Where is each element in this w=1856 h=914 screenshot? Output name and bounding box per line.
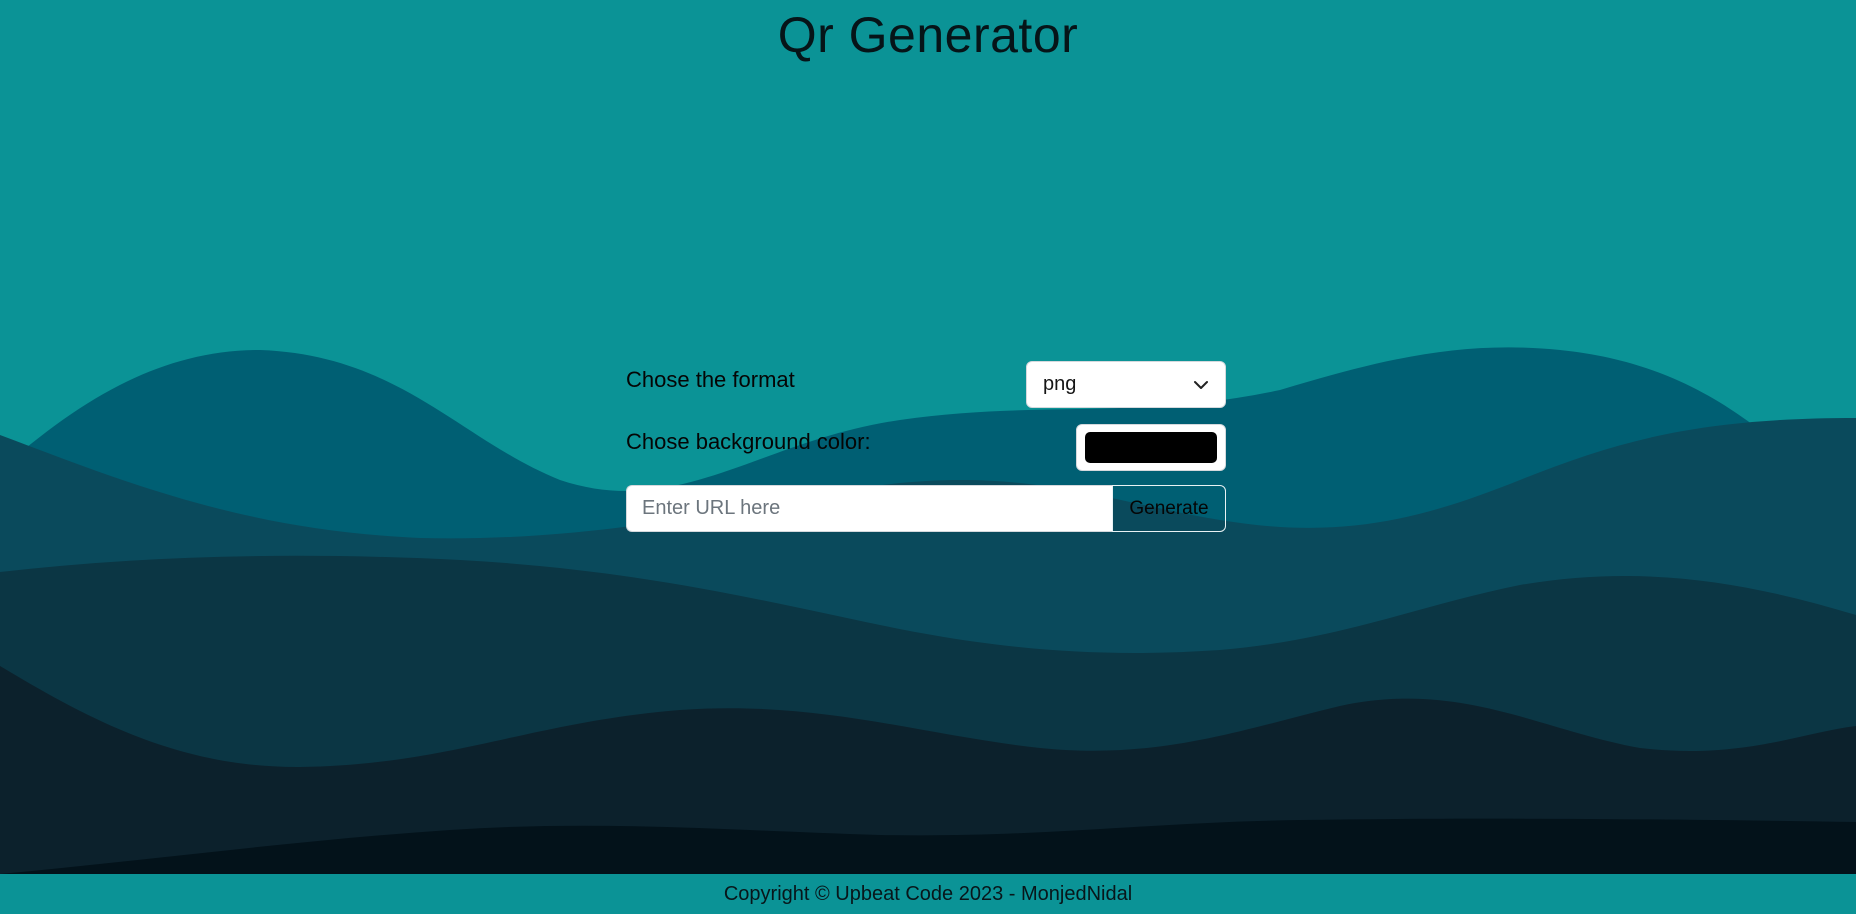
color-swatch — [1085, 432, 1217, 463]
background-row: Chose background color: — [626, 423, 1226, 485]
generate-button[interactable]: Generate — [1112, 485, 1226, 532]
url-input-group: Generate — [626, 485, 1226, 532]
format-label: Chose the format — [626, 367, 795, 392]
format-select[interactable]: png — [1026, 361, 1226, 408]
background-color-picker[interactable] — [1076, 424, 1226, 471]
copyright-text: Copyright © Upbeat Code 2023 - MonjedNid… — [723, 883, 1133, 905]
chevron-down-icon — [1194, 380, 1208, 389]
footer: Copyright © Upbeat Code 2023 - MonjedNid… — [0, 874, 1856, 914]
format-row: Chose the format png — [626, 361, 1226, 423]
url-input[interactable] — [626, 485, 1112, 532]
page-title: Qr Generator — [777, 7, 1079, 63]
qr-form: Chose the format png Chose background co… — [626, 361, 1226, 532]
background-color-label: Chose background color: — [626, 429, 871, 454]
format-select-value: png — [1043, 373, 1077, 395]
